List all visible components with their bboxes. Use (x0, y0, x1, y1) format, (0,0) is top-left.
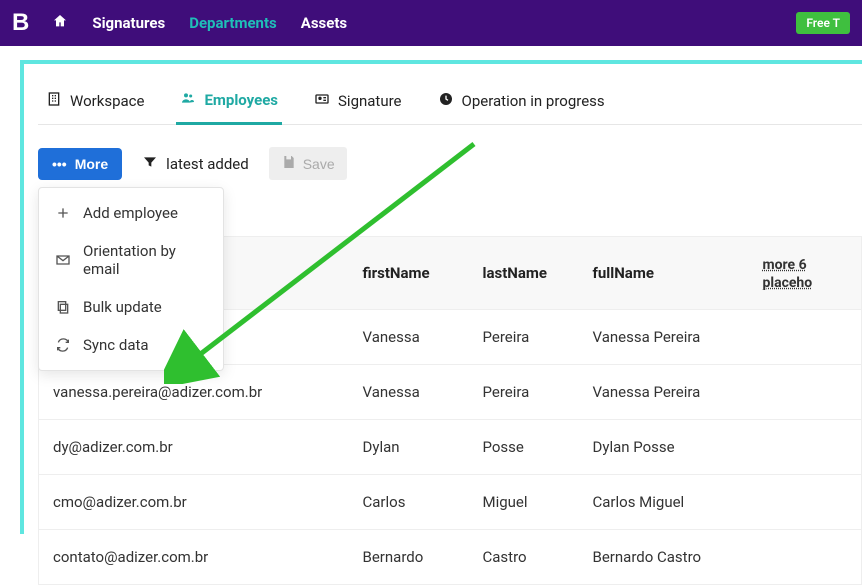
cell-full: Bernardo Castro (579, 530, 749, 585)
col-lastname[interactable]: lastName (469, 237, 579, 310)
filter-icon (142, 154, 158, 174)
top-nav: B Signatures Departments Assets Free T (0, 0, 862, 46)
dropdown-add-label: Add employee (83, 204, 178, 222)
cell-email: contato@adizer.com.br (39, 530, 349, 585)
plus-icon (55, 205, 71, 221)
filter-label: latest added (166, 155, 249, 173)
tab-signature-label: Signature (338, 92, 402, 110)
col-more-placeholders[interactable]: more 6 placeho (749, 237, 862, 310)
cell-last: Castro (469, 530, 579, 585)
tab-operation-label: Operation in progress (462, 92, 605, 110)
save-button[interactable]: Save (269, 147, 347, 180)
tab-workspace[interactable]: Workspace (42, 82, 148, 124)
toolbar: ••• More latest added Save Add employee (38, 147, 862, 180)
tab-workspace-label: Workspace (70, 92, 144, 110)
tab-employees-label: Employees (204, 91, 278, 109)
cell-email: dy@adizer.com.br (39, 420, 349, 475)
dropdown-orientation-label: Orientation by email (83, 242, 207, 278)
table-row[interactable]: contato@adizer.com.br Bernardo Castro Be… (39, 530, 862, 585)
more-dropdown: Add employee Orientation by email Bulk u… (38, 187, 224, 371)
main-panel: Workspace Employees Signature Operation … (20, 60, 862, 534)
cell-first: Carlos (349, 475, 469, 530)
cell-first: Vanessa (349, 310, 469, 365)
logo: B (12, 9, 28, 37)
filter-latest-added[interactable]: latest added (132, 148, 259, 180)
cell-last: Pereira (469, 310, 579, 365)
table-row[interactable]: cmo@adizer.com.br Carlos Miguel Carlos M… (39, 475, 862, 530)
cell-full: Vanessa Pereira (579, 310, 749, 365)
cell-first: Dylan (349, 420, 469, 475)
col-firstname[interactable]: firstName (349, 237, 469, 310)
table-row[interactable]: vanessa.pereira@adizer.com.br Vanessa Pe… (39, 365, 862, 420)
id-card-icon (314, 91, 330, 111)
cell-last: Pereira (469, 365, 579, 420)
users-icon (180, 90, 196, 110)
tab-employees[interactable]: Employees (176, 82, 282, 125)
cell-last: Miguel (469, 475, 579, 530)
subtabs: Workspace Employees Signature Operation … (38, 82, 862, 125)
nav-assets[interactable]: Assets (301, 14, 347, 32)
building-icon (46, 91, 62, 111)
cell-full: Vanessa Pereira (579, 365, 749, 420)
dropdown-sync-data[interactable]: Sync data (39, 326, 223, 364)
nav-signatures[interactable]: Signatures (92, 14, 165, 32)
col-fullname[interactable]: fullName (579, 237, 749, 310)
cell-first: Vanessa (349, 365, 469, 420)
table-row[interactable]: dy@adizer.com.br Dylan Posse Dylan Posse (39, 420, 862, 475)
copy-icon (55, 299, 71, 315)
dropdown-sync-label: Sync data (83, 336, 149, 354)
cell-first: Bernardo (349, 530, 469, 585)
tab-operation[interactable]: Operation in progress (434, 82, 609, 124)
dropdown-bulk-label: Bulk update (83, 298, 162, 316)
save-icon (281, 154, 297, 173)
dropdown-add-employee[interactable]: Add employee (39, 194, 223, 232)
cell-last: Posse (469, 420, 579, 475)
save-button-label: Save (303, 156, 335, 172)
cell-email: vanessa.pereira@adizer.com.br (39, 365, 349, 420)
more-button-label: More (75, 156, 108, 172)
tab-signature[interactable]: Signature (310, 82, 406, 124)
clock-icon (438, 91, 454, 111)
cell-email: cmo@adizer.com.br (39, 475, 349, 530)
dropdown-orientation[interactable]: Orientation by email (39, 232, 223, 288)
home-icon[interactable] (52, 13, 68, 33)
ellipsis-icon: ••• (52, 156, 67, 172)
dropdown-bulk-update[interactable]: Bulk update (39, 288, 223, 326)
more-button[interactable]: ••• More (38, 148, 122, 180)
cell-full: Dylan Posse (579, 420, 749, 475)
free-trial-button[interactable]: Free T (796, 12, 850, 34)
cell-full: Carlos Miguel (579, 475, 749, 530)
nav-departments[interactable]: Departments (189, 14, 277, 32)
sync-icon (55, 337, 71, 353)
envelope-icon (55, 252, 71, 268)
